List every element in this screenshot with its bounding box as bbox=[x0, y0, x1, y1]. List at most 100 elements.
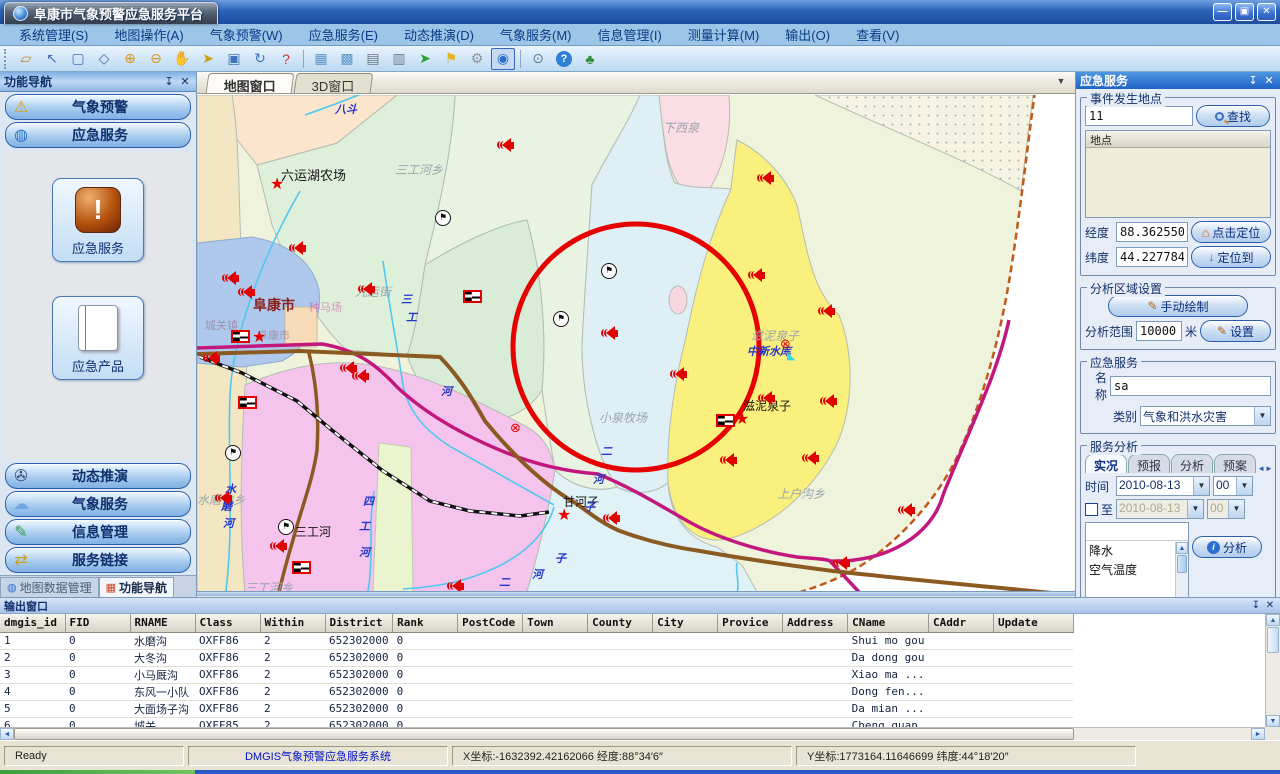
hour-select[interactable]: 00 ▼ bbox=[1213, 476, 1253, 496]
column-header-Provice[interactable]: Provice bbox=[718, 614, 783, 632]
service-name-field[interactable] bbox=[1110, 376, 1271, 396]
star-icon[interactable]: ★ bbox=[557, 509, 571, 523]
table-row[interactable]: 10水磨沟OXFF8626523020000Shui mo gou bbox=[0, 632, 1073, 649]
nav-section-服务链接[interactable]: ⇄服务链接 bbox=[5, 547, 191, 573]
output-horizontal-scrollbar[interactable]: ◄ ► bbox=[0, 727, 1265, 740]
speaker-icon[interactable] bbox=[757, 171, 774, 185]
station-icon[interactable]: ⚑ bbox=[553, 311, 569, 327]
tab-list-dropdown-icon[interactable]: ▼ bbox=[1053, 76, 1069, 86]
speaker-icon[interactable] bbox=[352, 369, 369, 383]
toolbar-button-emergency-globe[interactable]: ◉ bbox=[491, 48, 515, 70]
speaker-icon[interactable] bbox=[601, 326, 618, 340]
close-icon[interactable]: ✕ bbox=[178, 75, 192, 89]
star-icon[interactable]: ★ bbox=[735, 413, 749, 427]
click-locate-button[interactable]: ⌂ 点击定位 bbox=[1191, 221, 1271, 243]
column-header-District[interactable]: District bbox=[325, 614, 393, 632]
toolbar-button-zoom-out[interactable]: ⊖ bbox=[144, 48, 168, 70]
speaker-icon[interactable] bbox=[447, 579, 464, 591]
toolbar-button-print[interactable]: ▤ bbox=[361, 48, 385, 70]
scroll-up-icon[interactable]: ▲ bbox=[1176, 542, 1188, 554]
menu-item[interactable]: 动态推演(D) bbox=[391, 23, 487, 46]
date2-select[interactable]: 2010-08-13 ▼ bbox=[1116, 499, 1204, 519]
column-header-Within[interactable]: Within bbox=[260, 614, 325, 632]
toolbar-button-visibility-eye[interactable]: ⊙ bbox=[526, 48, 550, 70]
speaker-icon[interactable] bbox=[203, 351, 220, 365]
column-header-FID[interactable]: FID bbox=[65, 614, 130, 632]
speaker-icon[interactable] bbox=[215, 491, 232, 505]
toolbar-grip[interactable] bbox=[4, 49, 9, 69]
analysis-tab-预案[interactable]: 预案 bbox=[1214, 454, 1256, 473]
pin-icon[interactable]: ↧ bbox=[1250, 600, 1262, 612]
speaker-icon[interactable] bbox=[802, 451, 819, 465]
service-type-select[interactable]: 气象和洪水灾害 ▼ bbox=[1140, 406, 1271, 426]
column-header-CName[interactable]: CName bbox=[848, 614, 929, 632]
flag-icon[interactable] bbox=[292, 561, 311, 574]
hour2-select[interactable]: 00 ▼ bbox=[1207, 499, 1245, 519]
tabs-scroll-right-icon[interactable]: ► bbox=[1265, 464, 1273, 473]
speaker-icon[interactable] bbox=[603, 511, 620, 525]
output-vertical-scrollbar[interactable]: ▲ ▼ bbox=[1265, 614, 1280, 727]
scroll-thumb[interactable] bbox=[1267, 627, 1279, 653]
close-icon[interactable]: ✕ bbox=[1262, 74, 1276, 88]
element-list[interactable]: 降水空气温度 ▲ bbox=[1085, 522, 1189, 604]
latitude-field[interactable] bbox=[1116, 247, 1188, 267]
close-button[interactable]: ✕ bbox=[1257, 3, 1276, 21]
place-list-header[interactable]: 地点 bbox=[1086, 131, 1270, 148]
tab-map-view[interactable]: 地图窗口 bbox=[206, 73, 295, 93]
longitude-field[interactable] bbox=[1116, 222, 1188, 242]
speaker-icon[interactable] bbox=[720, 453, 737, 467]
nav-section-气象预警[interactable]: ⚠气象预警 bbox=[5, 94, 191, 120]
flag-icon[interactable] bbox=[716, 414, 735, 427]
toolbar-button-help[interactable]: ? bbox=[552, 48, 576, 70]
table-row[interactable]: 40东风一小队OXFF8626523020000Dong fen... bbox=[0, 683, 1073, 700]
column-header-PostCode[interactable]: PostCode bbox=[458, 614, 523, 632]
table-row[interactable]: 50大面场子沟OXFF8626523020000Da mian ... bbox=[0, 700, 1073, 717]
toolbar-button-full-extent[interactable]: ▣ bbox=[222, 48, 246, 70]
toolbar-button-select-pointer[interactable]: ↖ bbox=[40, 48, 64, 70]
speaker-icon[interactable] bbox=[758, 391, 775, 405]
range-field[interactable] bbox=[1136, 321, 1182, 341]
tab-3d-view[interactable]: 3D窗口 bbox=[294, 73, 373, 93]
station-icon[interactable]: ⚑ bbox=[435, 210, 451, 226]
speaker-icon[interactable] bbox=[358, 282, 375, 296]
nav-section-动态推演[interactable]: ✇动态推演 bbox=[5, 463, 191, 489]
station-icon[interactable]: ⚑ bbox=[601, 263, 617, 279]
station-icon[interactable]: ⚑ bbox=[278, 519, 294, 535]
manual-draw-button[interactable]: ✎ 手动绘制 bbox=[1108, 295, 1248, 317]
speaker-icon[interactable] bbox=[222, 271, 239, 285]
table-row[interactable]: 20大冬沟OXFF8626523020000Da dong gou bbox=[0, 649, 1073, 666]
nav-section-应急服务[interactable]: ◍应急服务 bbox=[5, 122, 191, 148]
scroll-right-icon[interactable]: ► bbox=[1251, 728, 1265, 740]
menu-item[interactable]: 应急服务(E) bbox=[296, 23, 391, 46]
scroll-thumb[interactable] bbox=[1177, 555, 1187, 573]
menu-item[interactable]: 系统管理(S) bbox=[6, 23, 101, 46]
toolbar-button-nav-arrow[interactable]: ➤ bbox=[413, 48, 437, 70]
close-icon[interactable]: ✕ bbox=[1264, 600, 1276, 612]
menu-item[interactable]: 气象预警(W) bbox=[197, 23, 296, 46]
flag-icon[interactable] bbox=[463, 290, 482, 303]
scroll-up-icon[interactable]: ▲ bbox=[1266, 614, 1280, 626]
pin-icon[interactable]: ↧ bbox=[162, 75, 176, 89]
column-header-Update[interactable]: Update bbox=[993, 614, 1073, 632]
menu-item[interactable]: 信息管理(I) bbox=[585, 23, 675, 46]
flag-icon[interactable] bbox=[238, 396, 257, 409]
set-range-button[interactable]: ✎ 设置 bbox=[1200, 320, 1271, 342]
toolbar-button-measure-ruler[interactable]: ▱ bbox=[14, 48, 38, 70]
tabs-scroll-left-icon[interactable]: ◄ bbox=[1257, 464, 1265, 473]
speaker-icon[interactable] bbox=[820, 394, 837, 408]
menu-item[interactable]: 地图操作(A) bbox=[101, 23, 196, 46]
toolbar-button-select-rectangle[interactable]: ▢ bbox=[66, 48, 90, 70]
toolbar-button-legend-tree[interactable]: ♣ bbox=[578, 48, 602, 70]
toolbar-button-image-export[interactable]: ▩ bbox=[335, 48, 359, 70]
table-row[interactable]: 30小马厩沟OXFF8626523020000Xiao ma ... bbox=[0, 666, 1073, 683]
map-canvas[interactable]: 八斗六运湖农场三工河乡下西泉阜康市城关镇阜康市种马场九运街三工河滋泥泉子中新水库… bbox=[197, 94, 1075, 591]
to-checkbox[interactable] bbox=[1085, 503, 1098, 516]
speaker-icon[interactable] bbox=[833, 556, 850, 570]
analysis-tab-实况[interactable]: 实况 bbox=[1085, 454, 1127, 473]
speaker-icon[interactable] bbox=[238, 285, 255, 299]
restore-button[interactable]: ▣ bbox=[1235, 3, 1254, 21]
element-list-item[interactable]: 空气温度 bbox=[1086, 560, 1188, 579]
locate-to-button[interactable]: ↓ 定位到 bbox=[1191, 246, 1271, 268]
place-list[interactable]: 地点 bbox=[1085, 130, 1271, 218]
location-search-input[interactable] bbox=[1085, 106, 1193, 126]
